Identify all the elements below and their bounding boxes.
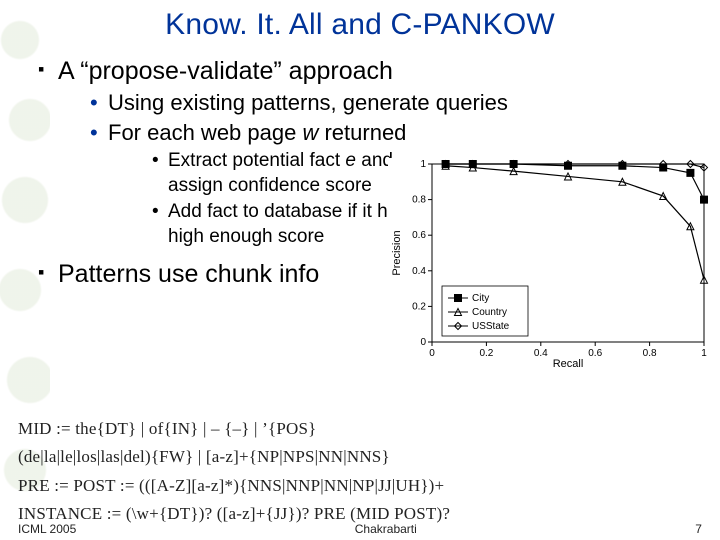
svg-text:USState: USState xyxy=(472,321,510,332)
text: For each web page xyxy=(108,120,302,145)
svg-text:Country: Country xyxy=(472,307,507,318)
bullet-l3-extract: Extract potential fact e and assign conf… xyxy=(152,149,428,198)
bullet-l2-patterns: Using existing patterns, generate querie… xyxy=(90,89,700,118)
text: A “propose-validate” approach xyxy=(58,57,393,85)
svg-text:0.2: 0.2 xyxy=(479,348,493,359)
footer-author: Chakrabarti xyxy=(355,522,417,536)
formula-mid: MID := the{DT} | of{IN} | – {–} | ’{POS} xyxy=(18,416,698,442)
svg-text:0.6: 0.6 xyxy=(412,230,426,241)
bullet-l3-addfact: Add fact to database if it has high enou… xyxy=(152,200,428,249)
slide: Know. It. All and C-PANKOW A “propose-va… xyxy=(0,0,720,540)
slide-title: Know. It. All and C-PANKOW xyxy=(20,8,700,42)
svg-text:0: 0 xyxy=(420,337,426,348)
svg-text:1: 1 xyxy=(701,348,707,359)
formula-prepost: PRE := POST := (([A-Z][a-z]*){NNS|NNP|NN… xyxy=(18,473,698,499)
var-e: e xyxy=(345,150,356,171)
svg-text:0.6: 0.6 xyxy=(588,348,602,359)
svg-text:0.2: 0.2 xyxy=(412,301,426,312)
text: returned xyxy=(318,120,406,145)
svg-text:Precision: Precision xyxy=(391,230,403,275)
svg-text:0: 0 xyxy=(429,348,435,359)
text: Extract potential fact xyxy=(168,150,345,171)
footer-venue: ICML 2005 xyxy=(18,522,76,536)
svg-text:Recall: Recall xyxy=(553,358,584,370)
var-w: w xyxy=(302,120,318,145)
slide-footer: ICML 2005 Chakrabarti 7 xyxy=(0,522,720,536)
svg-text:0.8: 0.8 xyxy=(412,195,426,206)
precision-recall-chart: 0 0.2 0.4 0.6 0.8 1 0 0.2 0.4 0.6 0.8 1 Recall Precis… xyxy=(388,158,710,370)
svg-text:0.4: 0.4 xyxy=(534,348,548,359)
svg-text:0.8: 0.8 xyxy=(643,348,657,359)
pattern-formulas: MID := the{DT} | of{IN} | – {–} | ’{POS}… xyxy=(18,416,698,529)
svg-text:City: City xyxy=(472,293,489,304)
svg-text:1: 1 xyxy=(420,159,426,170)
svg-text:0.4: 0.4 xyxy=(412,266,426,277)
formula-lang: (de|la|le|los|las|del){FW} | [a-z]+{NP|N… xyxy=(18,444,698,470)
footer-page: 7 xyxy=(695,522,702,536)
